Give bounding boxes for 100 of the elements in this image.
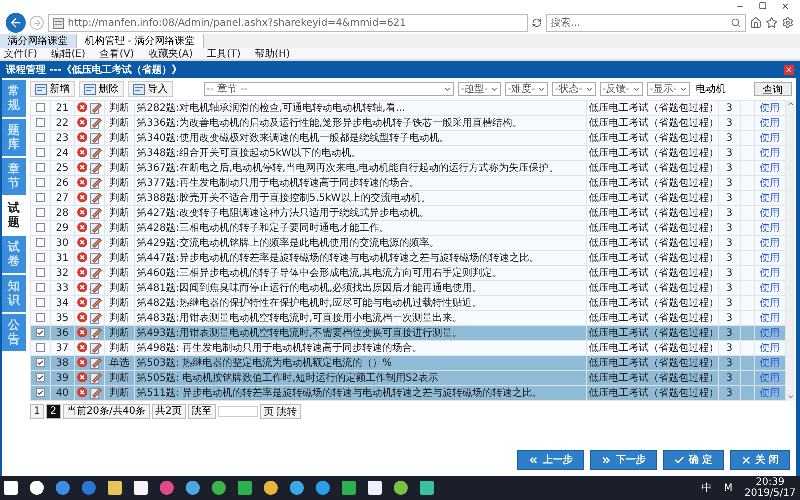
double-right-chevron-icon[interactable] [601, 454, 612, 466]
check-icon[interactable] [674, 454, 686, 466]
delete-icon[interactable] [77, 372, 88, 383]
toolbar-button[interactable]: 新增 [30, 81, 75, 97]
menu-item[interactable]: 收藏夹(A) [148, 46, 193, 60]
scrollbar[interactable] [786, 100, 795, 401]
confirm-button[interactable]: 确 定 [663, 450, 724, 470]
clock-time: 20:39 [756, 477, 785, 488]
delete-icon[interactable] [77, 327, 88, 338]
scroll-up-icon[interactable] [786, 100, 794, 108]
edit-icon[interactable] [90, 342, 102, 354]
delete-icon[interactable] [77, 237, 88, 248]
form-icon [133, 84, 145, 94]
close-icon[interactable] [781, 2, 790, 10]
edit-icon[interactable] [90, 117, 102, 129]
edit-icon[interactable] [90, 282, 102, 294]
previous-step-button[interactable]: 上一步 [517, 450, 584, 470]
edit-icon[interactable] [90, 102, 102, 114]
delete-icon[interactable] [77, 102, 88, 113]
row-checkbox[interactable] [36, 343, 45, 352]
delete-icon[interactable] [77, 297, 88, 308]
edit-icon[interactable] [90, 147, 102, 159]
delete-icon[interactable] [77, 117, 88, 128]
delete-icon[interactable] [77, 177, 88, 188]
row-checkbox[interactable] [36, 103, 45, 112]
scroll-down-icon[interactable] [786, 393, 794, 401]
ime-mode[interactable]: M [724, 482, 733, 494]
double-left-chevron-icon[interactable] [528, 454, 540, 466]
row-checkbox[interactable] [36, 178, 45, 188]
menu-item[interactable]: 编辑(E) [52, 46, 86, 60]
search-field[interactable]: 搜索... [546, 14, 746, 32]
edit-icon[interactable] [90, 372, 102, 384]
row-checkbox[interactable] [36, 283, 45, 292]
menu-item[interactable]: 工具(T) [207, 46, 241, 60]
filter-select[interactable]: -显示- [646, 82, 690, 96]
edit-icon[interactable] [90, 357, 102, 369]
toolbar-button[interactable]: 导入 [128, 81, 173, 97]
page-button[interactable]: 2 [46, 404, 61, 418]
page-button[interactable]: 1 [30, 404, 44, 418]
delete-icon[interactable] [77, 387, 88, 398]
edit-icon[interactable] [90, 162, 102, 174]
row-checkbox[interactable] [36, 133, 45, 142]
query-button[interactable]: 查询 [754, 82, 792, 96]
row-checkbox[interactable] [36, 163, 45, 172]
settings-icon[interactable] [782, 17, 794, 29]
delete-icon[interactable] [77, 357, 88, 368]
edit-icon[interactable] [90, 222, 102, 234]
filter-select[interactable]: -状态- [552, 82, 596, 96]
edit-icon[interactable] [90, 327, 102, 339]
page-input[interactable] [218, 406, 258, 416]
delete-icon[interactable] [77, 222, 88, 233]
row-checkbox[interactable] [36, 238, 45, 248]
row-checkbox[interactable] [36, 208, 45, 218]
row-checkbox[interactable] [36, 253, 45, 262]
delete-icon[interactable] [77, 282, 88, 293]
edit-icon[interactable] [90, 237, 102, 249]
row-checkbox[interactable] [36, 193, 45, 202]
ime-indicator[interactable]: 中 [702, 481, 712, 495]
delete-icon[interactable] [77, 192, 88, 203]
filter-select[interactable]: -题型- [458, 82, 502, 96]
row-checkbox[interactable] [36, 268, 45, 278]
delete-icon[interactable] [77, 147, 88, 158]
next-step-button[interactable]: 下一步 [590, 450, 658, 470]
delete-icon[interactable] [77, 162, 88, 173]
close-button[interactable]: 关 闭 [730, 450, 790, 470]
delete-icon[interactable] [77, 312, 88, 323]
edit-icon[interactable] [90, 207, 102, 219]
row-checkbox[interactable] [36, 148, 45, 158]
edit-icon[interactable] [90, 132, 102, 144]
delete-icon[interactable] [77, 252, 88, 263]
menu-item[interactable]: 帮助(H) [254, 46, 290, 60]
row-checkbox[interactable] [36, 313, 45, 322]
star-icon[interactable] [766, 17, 778, 29]
delete-icon[interactable] [77, 207, 88, 218]
browser-tab[interactable]: 满分网络课堂 [0, 34, 77, 48]
refresh-icon[interactable] [532, 18, 542, 28]
delete-icon[interactable] [77, 342, 88, 353]
row-checkbox[interactable] [36, 118, 45, 128]
browser-tab[interactable]: 机构管理 - 满分网络课堂 [77, 34, 204, 48]
row-checkbox[interactable] [36, 223, 45, 232]
filter-select[interactable]: -难度- [505, 82, 548, 96]
menu-item[interactable]: 查看(V) [100, 46, 134, 60]
home-icon[interactable] [750, 17, 762, 29]
toolbar-button[interactable]: 删除 [79, 81, 124, 97]
jump-button[interactable]: 页 跳转 [260, 404, 302, 418]
filter-select[interactable]: -反馈- [600, 82, 643, 96]
delete-icon[interactable] [77, 132, 88, 143]
restore-icon[interactable] [759, 2, 767, 10]
edit-icon[interactable] [90, 297, 102, 309]
delete-icon[interactable] [77, 267, 88, 278]
edit-icon[interactable] [90, 387, 102, 399]
edit-icon[interactable] [90, 177, 102, 189]
edit-icon[interactable] [90, 252, 102, 264]
edit-icon[interactable] [90, 192, 102, 204]
menu-item[interactable]: 文件(F) [4, 46, 38, 60]
address-field[interactable]: http://manfen.info:08/Admin/panel.ashx?sharekeyid=4&mmid=621 [48, 14, 528, 32]
row-checkbox[interactable] [36, 298, 45, 308]
filter-select[interactable]: -- 章节 -- [204, 82, 454, 96]
edit-icon[interactable] [90, 267, 102, 279]
edit-icon[interactable] [90, 312, 102, 324]
